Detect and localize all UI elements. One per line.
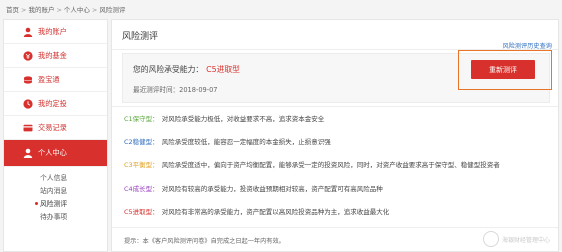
sub-item-todo[interactable]: 待办事项 [40,209,107,222]
sidebar-item-label: 个人中心 [38,148,67,157]
watermark-logo-icon [482,231,499,247]
risk-type-row: C2稳健型： 风险承受度较低，能容忍一定幅度的本金损失，止损意识强 [124,129,500,152]
sidebar-item-label: 我的账户 [38,26,67,36]
risk-type-row: C3平衡型： 风险承受度适中，偏向于资产均衡配置，能够承受一定的投资风险，同时，… [124,153,500,176]
person-icon [23,148,33,158]
risk-type-desc: 对风险承受能力极低，对收益要求不高，追求资本金安全 [161,114,325,123]
main-panel: 风险测评 风险测评历史查询 您的风险承受能力： C5进取型 最近测评时间：2018… [111,19,559,252]
validity-tip: 提示：本《客户风险测评问卷》自完成之日起一年内有效。 [124,238,285,245]
retest-button[interactable]: 重新测评 [471,60,535,79]
risk-type-name: C1保守型： [124,114,159,123]
sidebar-item-label: 我的定投 [38,98,67,108]
fund-icon [23,51,33,61]
sidebar-item-my-fund[interactable]: 我的基金 [4,44,107,68]
sidebar-item-transactions[interactable]: 交易记录 [4,116,107,140]
sidebar-item-my-account[interactable]: 我的账户 [4,20,107,44]
retest-highlight-frame: 重新测评 [458,50,552,90]
card-icon [23,123,33,133]
risk-type-name: C3平衡型： [124,161,159,170]
user-icon [23,27,33,37]
risk-type-list: C1保守型： 对风险承受能力极低，对收益要求不高，追求资本金安全 C2稳健型： … [124,106,500,223]
sidebar-sub-list: 个人信息 站内消息 风险测评 待办事项 [4,167,107,222]
schedule-icon [23,99,33,109]
risk-type-desc: 对风险有较高的承受能力，投资收益预期相对较高，资产配置可有高风险品种 [161,184,383,193]
breadcrumb: 首页 > 我的账户 > 个人中心 > 风险测评 [6,6,126,14]
risk-type-desc: 风险承受度较低，能容忍一定幅度的本金损失，止损意识强 [161,138,331,147]
sidebar-item-my-investment-plan[interactable]: 我的定投 [4,92,107,116]
page-title: 风险测评 [122,32,159,42]
result-line: 您的风险承受能力： C5进取型 [133,64,240,75]
assessment-date: 最近测评时间：2018-09-07 [133,86,218,94]
risk-type-name: C4成长型： [124,184,159,193]
breadcrumb-home[interactable]: 首页 [6,6,19,14]
watermark: 海银财经管理中心 [454,229,550,249]
risk-type-desc: 对风险有非常高的承受能力，资产配置以高风险投资品种为主，追求收益最大化 [161,208,390,217]
sidebar-item-label: 盈宝通 [38,74,60,84]
sidebar: 我的账户 我的基金 盈宝通 我的定投 交易记录 个人中心 个人信息 站内消息 风… [3,19,108,252]
risk-type-name: C2稳健型： [124,138,159,147]
sub-item-risk-assessment[interactable]: 风险测评 [35,197,107,210]
breadcrumb-current: 风险测评 [99,6,126,14]
risk-type-desc: 风险承受度适中，偏向于资产均衡配置，能够承受一定的投资风险，同时，对资产收益要求… [161,161,500,170]
sidebar-item-personal-center[interactable]: 个人中心 [4,140,107,167]
sidebar-item-label: 我的基金 [38,50,67,60]
risk-type-row: C4成长型： 对风险有较高的承受能力，投资收益预期相对较高，资产配置可有高风险品… [124,176,500,199]
sub-item-personal-info[interactable]: 个人信息 [40,171,107,184]
sidebar-item-yingbaotong[interactable]: 盈宝通 [4,68,107,92]
breadcrumb-my-account[interactable]: 我的账户 [28,6,54,14]
sidebar-item-label: 交易记录 [38,122,67,132]
sub-item-messages[interactable]: 站内消息 [40,184,107,197]
risk-type-row: C5进取型： 对风险有非常高的承受能力，资产配置以高风险投资品种为主，追求收益最… [124,200,500,223]
breadcrumb-personal-center[interactable]: 个人中心 [64,6,90,14]
result-type: C5进取型 [206,65,240,74]
tip-divider [112,227,558,228]
watermark-text: 海银财经管理中心 [501,236,550,244]
coins-icon [23,75,33,85]
risk-type-name: C5进取型： [124,208,159,217]
risk-type-row: C1保守型： 对风险承受能力极低，对收益要求不高，追求资本金安全 [124,106,500,129]
result-label: 您的风险承受能力： [133,65,204,74]
